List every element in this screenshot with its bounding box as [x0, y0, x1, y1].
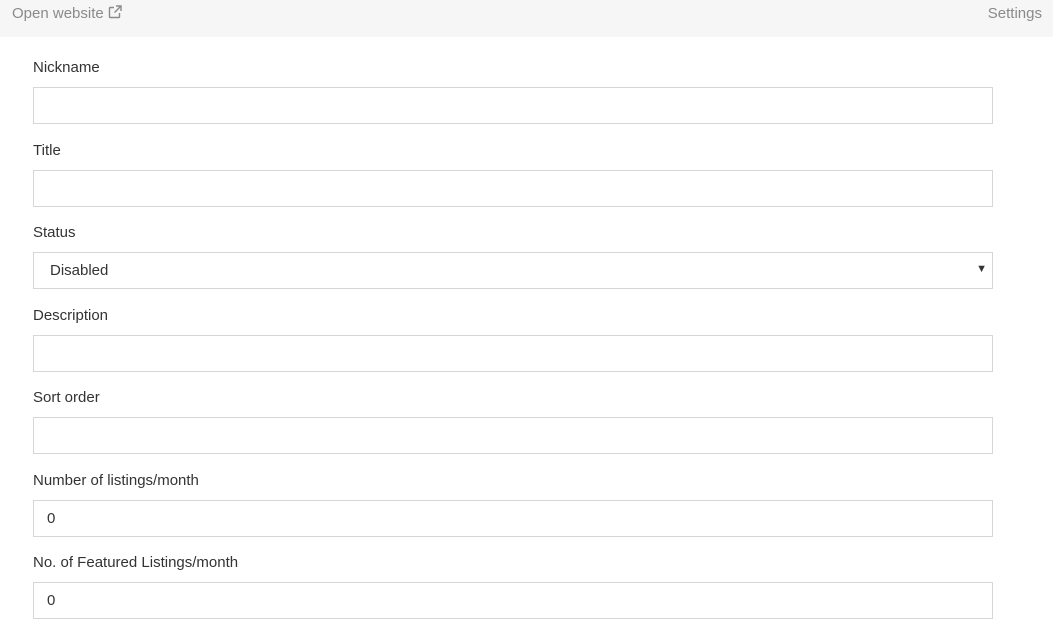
status-label: Status [33, 224, 76, 241]
listings-per-month-label: Number of listings/month [33, 472, 199, 489]
status-selected-value: Disabled [50, 262, 109, 279]
sort-order-input[interactable] [33, 417, 993, 454]
open-website-link[interactable]: Open website [12, 5, 122, 22]
open-website-label: Open website [12, 5, 104, 22]
top-bar: Open website Settings [0, 0, 1053, 37]
nickname-input[interactable] [33, 87, 993, 124]
title-input[interactable] [33, 170, 993, 207]
nickname-label: Nickname [33, 59, 100, 76]
featured-listings-per-month-label: No. of Featured Listings/month [33, 554, 239, 571]
external-link-icon [108, 5, 122, 19]
sort-order-label: Sort order [33, 389, 100, 406]
featured-listings-per-month-input[interactable] [33, 582, 993, 619]
description-label: Description [33, 307, 109, 324]
title-label: Title [33, 142, 61, 159]
settings-link[interactable]: Settings [988, 5, 1042, 22]
caret-down-icon: ▼ [976, 263, 987, 275]
listings-per-month-input[interactable] [33, 500, 993, 537]
status-select[interactable]: Disabled ▼ [33, 252, 993, 289]
description-input[interactable] [33, 335, 993, 372]
